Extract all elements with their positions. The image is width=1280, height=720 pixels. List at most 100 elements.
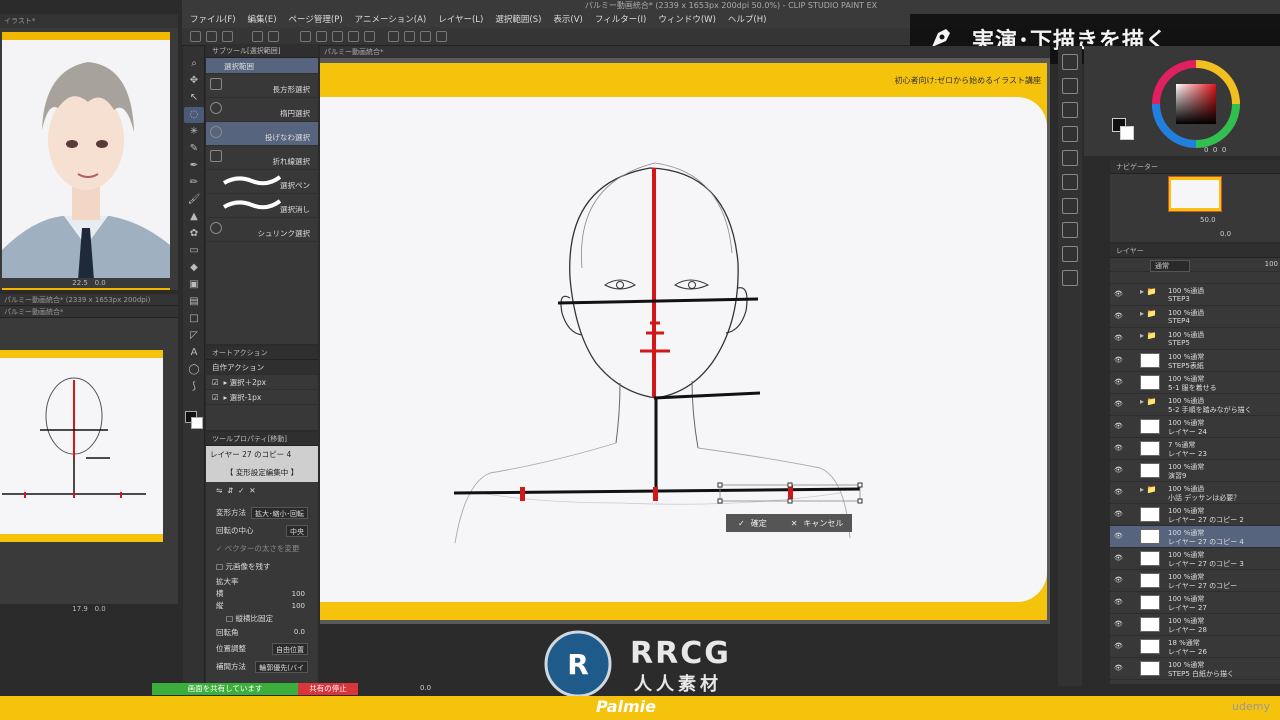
pencil-icon[interactable]: ✏ xyxy=(184,175,204,191)
cancel-icon[interactable]: ✕ xyxy=(249,486,255,495)
layer-row[interactable]: 👁 100 %通常 レイヤー 27 のコピー xyxy=(1110,570,1280,592)
blend-mode-select[interactable]: 通常 xyxy=(1150,260,1190,272)
preview2-angle[interactable]: 0.0 xyxy=(95,605,106,613)
operation-icon[interactable]: ↖ xyxy=(184,90,204,106)
blend-icon[interactable]: ◆ xyxy=(184,260,204,276)
menu-page[interactable]: ページ管理(P) xyxy=(289,12,343,28)
selection-tool-icon[interactable]: ◌ xyxy=(184,107,204,123)
navigator-angle[interactable]: 0.0 xyxy=(1220,230,1231,238)
eye-icon[interactable]: 👁 xyxy=(1114,466,1123,474)
layer-row[interactable]: 👁 100 %通常 レイヤー 27 xyxy=(1110,592,1280,614)
canvas-tab[interactable]: パルミー動画統合* xyxy=(320,46,1050,58)
layer-property-icon[interactable] xyxy=(1062,54,1078,70)
eye-icon[interactable]: 👁 xyxy=(1114,620,1123,628)
eye-icon[interactable]: 👁 xyxy=(1114,598,1123,606)
subtool-shrink[interactable]: シュリンク選択 xyxy=(206,218,318,242)
eye-icon[interactable]: 👁 xyxy=(1114,510,1123,518)
eye-icon[interactable]: 👁 xyxy=(1114,400,1123,408)
navigator-zoom[interactable]: 50.0 xyxy=(1200,216,1216,224)
history-icon[interactable] xyxy=(1062,126,1078,142)
menu-filter[interactable]: フィルター(I) xyxy=(595,12,646,28)
fill-icon[interactable] xyxy=(316,31,327,42)
eye-icon[interactable]: 👁 xyxy=(1114,642,1123,650)
layer-row[interactable]: 👁 100 %通常 レイヤー 27 のコピー 4 xyxy=(1110,526,1280,548)
subtool-rectangle[interactable]: 長方形選択 xyxy=(206,74,318,98)
keep-original-checkbox[interactable]: □ 元画像を残す xyxy=(206,558,318,576)
animation-icon[interactable] xyxy=(1062,222,1078,238)
eye-icon[interactable]: 👁 xyxy=(1114,576,1123,584)
deselect-icon[interactable] xyxy=(348,31,359,42)
flip-vertical-icon[interactable]: ⇵ xyxy=(227,486,233,495)
balloon-icon[interactable]: ◯ xyxy=(184,362,204,378)
eyedropper-icon[interactable]: ✎ xyxy=(184,141,204,157)
gradient-icon[interactable]: ▤ xyxy=(184,294,204,310)
confirm-icon[interactable]: ✓ xyxy=(238,486,244,495)
preview1-zoom[interactable]: 22.5 xyxy=(72,279,88,287)
eye-icon[interactable]: 👁 xyxy=(1114,290,1123,298)
color-wheel[interactable] xyxy=(1150,58,1242,150)
preview2-zoom[interactable]: 17.9 xyxy=(72,605,88,613)
layer-row[interactable]: 👁 100 %通常 5-1 服を着せる xyxy=(1110,372,1280,394)
zoom-icon[interactable]: ⌕ xyxy=(184,56,204,72)
material-icon[interactable] xyxy=(1062,102,1078,118)
sub-color-swatch[interactable] xyxy=(1120,126,1134,140)
decoration-icon[interactable]: ✿ xyxy=(184,226,204,242)
fill-tool-icon[interactable]: ▣ xyxy=(184,277,204,293)
subtool-selection[interactable]: 選択範囲 xyxy=(206,58,318,74)
eye-icon[interactable]: 👁 xyxy=(1114,554,1123,562)
grid-icon[interactable] xyxy=(420,31,431,42)
ruler-icon[interactable] xyxy=(388,31,399,42)
layer-folder-row[interactable]: 👁 ▸ 📁 100 %通過 小話 デッサンは必要？ xyxy=(1110,482,1280,504)
layer-row[interactable]: 👁 100 %通常 レイヤー 28 xyxy=(1110,614,1280,636)
menu-help[interactable]: ヘルプ(H) xyxy=(728,12,767,28)
layer-folder-row[interactable]: 👁 ▸ 📁 100 %通過 STEP3 xyxy=(1110,284,1280,306)
sub-view-tab[interactable]: イラスト* xyxy=(0,14,178,28)
sub-view-tab[interactable]: パルミー動画統合* xyxy=(0,306,178,318)
text-icon[interactable]: A xyxy=(184,345,204,361)
subtool-lasso[interactable]: 投げなわ選択 xyxy=(206,122,318,146)
subtool-selection-eraser[interactable]: 選択消し xyxy=(206,194,318,218)
rotate-angle[interactable]: 回転角 0.0 xyxy=(206,626,318,640)
stop-sharing-button[interactable]: 共有の停止 xyxy=(298,683,358,695)
export-icon[interactable] xyxy=(1062,270,1078,286)
layer-row[interactable]: 👁 100 %通常 STEP5表紙 xyxy=(1110,350,1280,372)
eye-icon[interactable]: 👁 xyxy=(1114,664,1123,672)
color-swatches[interactable] xyxy=(185,411,203,429)
menu-animation[interactable]: アニメーション(A) xyxy=(355,12,427,28)
transform-icon[interactable] xyxy=(332,31,343,42)
clear-icon[interactable] xyxy=(300,31,311,42)
undo-icon[interactable] xyxy=(252,31,263,42)
open-icon[interactable] xyxy=(206,31,217,42)
eye-icon[interactable]: 👁 xyxy=(1114,422,1123,430)
search-layer-icon[interactable] xyxy=(1062,78,1078,94)
save-icon[interactable] xyxy=(222,31,233,42)
menu-selection[interactable]: 選択範囲(S) xyxy=(495,12,541,28)
layer-folder-row[interactable]: 👁 ▸ 📁 100 %通過 STEP5 xyxy=(1110,328,1280,350)
info-icon[interactable] xyxy=(1062,174,1078,190)
position-adjust-select[interactable]: 自由位置 xyxy=(272,643,308,655)
brush-icon[interactable]: 🖌 xyxy=(184,192,204,208)
action-item[interactable]: ☑ ▸ 選択＋2px xyxy=(206,375,318,390)
eraser-icon[interactable]: ▭ xyxy=(184,243,204,259)
action-item[interactable]: ☑ ▸ 選択-1px xyxy=(206,390,318,405)
close-panel-icon[interactable] xyxy=(1062,150,1078,166)
move-icon[interactable]: ✥ xyxy=(184,73,204,89)
menu-edit[interactable]: 編集(E) xyxy=(248,12,277,28)
figure-icon[interactable]: □ xyxy=(184,311,204,327)
eye-icon[interactable]: 👁 xyxy=(1114,532,1123,540)
item-bank-icon[interactable] xyxy=(1062,198,1078,214)
subtool-polyline[interactable]: 折れ線選択 xyxy=(206,146,318,170)
snap-icon[interactable] xyxy=(404,31,415,42)
layer-row[interactable]: 👁 18 %通常 レイヤー 26 xyxy=(1110,636,1280,658)
menu-layer[interactable]: レイヤー(L) xyxy=(438,12,483,28)
flip-horizontal-icon[interactable]: ⇋ xyxy=(216,486,222,495)
transform-method-select[interactable]: 拡大･縮小･回転 xyxy=(251,507,308,519)
redo-icon[interactable] xyxy=(268,31,279,42)
snap-ruler-icon[interactable] xyxy=(436,31,447,42)
preview1-angle[interactable]: 0.0 xyxy=(95,279,106,287)
layer-row[interactable]: 👁 100 %通常 レイヤー 27 のコピー 2 xyxy=(1110,504,1280,526)
action-set-select[interactable]: 自作アクション xyxy=(206,360,318,375)
auto-select-icon[interactable]: ✳ xyxy=(184,124,204,140)
subtool-ellipse[interactable]: 楕円選択 xyxy=(206,98,318,122)
scale-width[interactable]: 横 100 xyxy=(206,588,318,600)
